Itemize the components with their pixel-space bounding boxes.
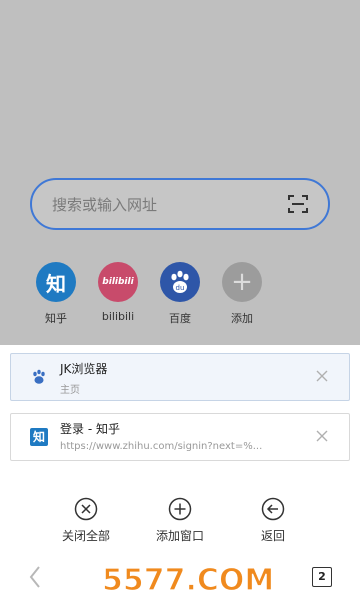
tab-title: JK浏览器 <box>60 362 108 376</box>
close-circle-icon <box>74 497 98 521</box>
shortcut-zhihu[interactable]: 知 知乎 <box>26 262 86 326</box>
shortcut-label: 添加 <box>231 312 253 325</box>
site-watermark-logo: 5577.COM <box>101 562 274 596</box>
chevron-left-icon[interactable] <box>26 563 44 591</box>
new-window-button[interactable]: 添加窗口 <box>140 497 220 544</box>
add-icon: + <box>222 262 262 302</box>
close-all-label: 关闭全部 <box>61 529 110 543</box>
tab-subtitle: https://www.zhihu.com/signin?next=%... <box>60 441 263 452</box>
tab-card-zhihu-login[interactable]: 知 登录 - 知乎 https://www.zhihu.com/signin?n… <box>10 413 350 461</box>
scan-icon[interactable] <box>286 192 310 216</box>
shortcut-add[interactable]: + 添加 <box>212 262 272 326</box>
tab-count-button[interactable]: 2 <box>312 567 332 587</box>
shortcut-label: 百度 <box>169 312 191 325</box>
shortcut-bilibili[interactable]: bilibili bilibili <box>88 262 148 323</box>
paw-icon <box>33 369 45 384</box>
shortcut-baidu[interactable]: du 百度 <box>150 262 210 326</box>
baidu-paw-logo-icon: du <box>160 262 200 302</box>
back-button[interactable]: 返回 <box>233 497 313 544</box>
shortcut-label: 知乎 <box>45 312 67 325</box>
add-circle-icon <box>168 497 192 521</box>
new-window-label: 添加窗口 <box>155 529 204 543</box>
back-label: 返回 <box>260 529 285 543</box>
svg-text:du: du <box>176 284 185 292</box>
tab-card-jk-browser[interactable]: JK浏览器 主页 <box>10 353 350 401</box>
close-all-button[interactable]: 关闭全部 <box>46 497 126 544</box>
back-arrow-circle-icon <box>261 497 285 521</box>
search-placeholder: 搜索或输入网址 <box>52 196 158 214</box>
tab-subtitle: 主页 <box>60 385 80 396</box>
shortcut-label: bilibili <box>101 310 135 323</box>
zhihu-icon: 知 <box>30 428 48 446</box>
tab-title: 登录 - 知乎 <box>60 422 120 436</box>
svg-text:5577.COM: 5577.COM <box>102 563 274 596</box>
close-icon[interactable] <box>315 429 329 443</box>
zhihu-logo-icon: 知 <box>36 262 76 302</box>
close-icon[interactable] <box>315 369 329 383</box>
bilibili-logo-icon: bilibili <box>98 262 138 302</box>
home-page-backdrop: 搜索或输入网址 知 知乎 bilibili bilibili du 百度 + 添… <box>0 0 360 345</box>
search-input[interactable]: 搜索或输入网址 <box>30 178 330 230</box>
